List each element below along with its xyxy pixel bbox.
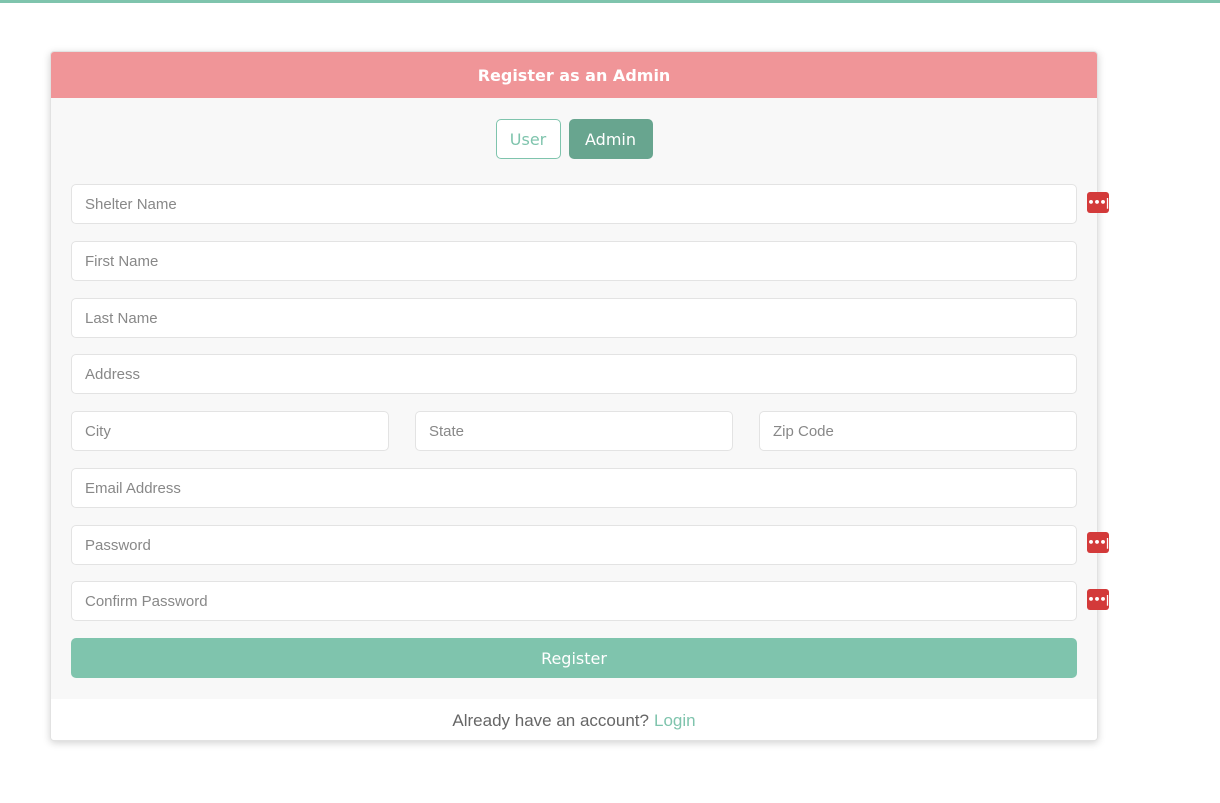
zip-code-input[interactable]: Zip Code: [759, 411, 1077, 451]
admin-role-button[interactable]: Admin: [568, 119, 653, 159]
password-input[interactable]: Password: [71, 525, 1077, 565]
card-header: Register as an Admin: [51, 52, 1097, 98]
card-footer: Already have an account? Login: [51, 699, 1097, 740]
confirm-password-input[interactable]: Confirm Password: [71, 581, 1077, 621]
register-button[interactable]: Register: [71, 638, 1077, 678]
address-input[interactable]: Address: [71, 354, 1077, 394]
password-manager-icon[interactable]: •••|: [1087, 192, 1110, 213]
role-toggle: User Admin: [51, 119, 1097, 159]
login-link[interactable]: Login: [654, 711, 696, 731]
page-title: Register as an Admin: [477, 65, 671, 85]
shelter-name-input[interactable]: Shelter Name: [71, 184, 1077, 224]
user-role-button[interactable]: User: [495, 119, 561, 159]
email-input[interactable]: Email Address: [71, 468, 1077, 508]
city-input[interactable]: City: [71, 411, 389, 451]
state-input[interactable]: State: [415, 411, 733, 451]
password-manager-icon[interactable]: •••|: [1087, 589, 1110, 610]
login-prompt: Already have an account?: [452, 710, 649, 730]
first-name-input[interactable]: First Name: [71, 241, 1077, 281]
password-manager-icon[interactable]: •••|: [1087, 532, 1110, 553]
top-accent-bar: [0, 0, 1220, 3]
last-name-input[interactable]: Last Name: [71, 298, 1077, 338]
register-card: Register as an Admin User Admin Shelter …: [50, 51, 1098, 741]
